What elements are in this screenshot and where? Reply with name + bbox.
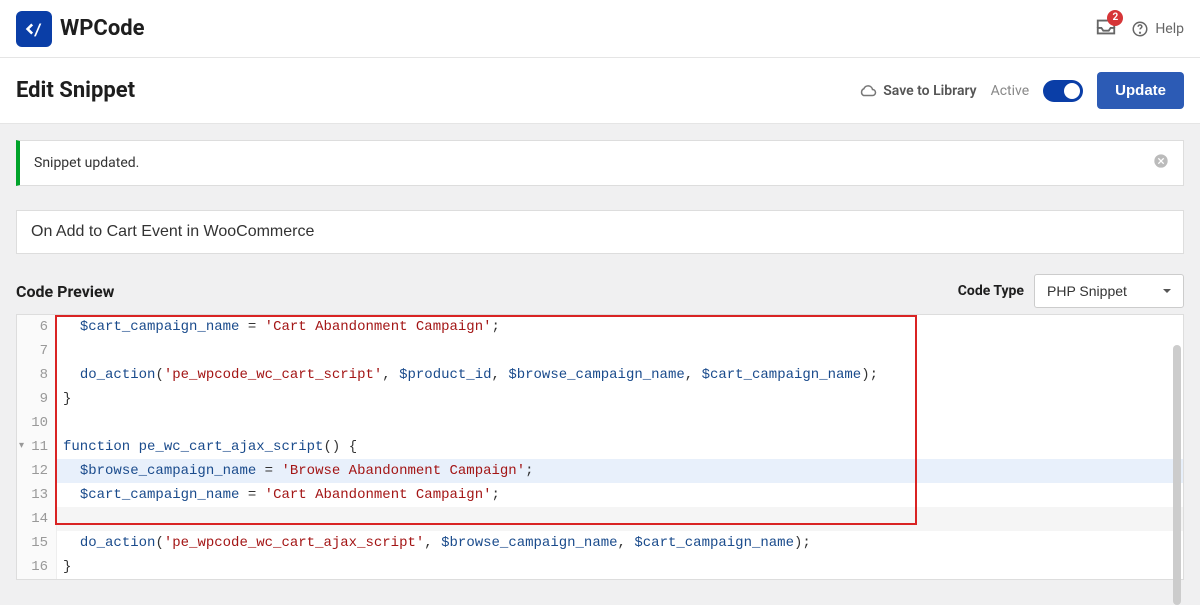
help-link[interactable]: Help <box>1131 20 1184 38</box>
help-circle-icon <box>1131 20 1149 38</box>
code-editor[interactable]: 6 $cart_campaign_name = 'Cart Abandonmen… <box>16 314 1184 580</box>
success-alert: Snippet updated. <box>16 140 1184 186</box>
cloud-icon <box>859 82 877 100</box>
code-content[interactable]: $cart_campaign_name = 'Cart Abandonment … <box>57 483 1183 507</box>
page-title: Edit Snippet <box>16 78 135 103</box>
alert-close-button[interactable] <box>1153 153 1169 173</box>
line-number: 16 <box>17 555 57 579</box>
editor-scrollbar[interactable] <box>1173 345 1181 605</box>
code-preview-label: Code Preview <box>16 282 114 301</box>
notification-count-badge: 2 <box>1107 10 1123 26</box>
code-line[interactable]: 13 $cart_campaign_name = 'Cart Abandonme… <box>17 483 1183 507</box>
line-number: 7 <box>17 339 57 363</box>
line-number: 13 <box>17 483 57 507</box>
line-number: 6 <box>17 315 57 339</box>
brand-name: WPCode <box>60 16 145 41</box>
line-number: 14 <box>17 507 57 531</box>
code-line[interactable]: 7 <box>17 339 1183 363</box>
code-content[interactable]: do_action('pe_wpcode_wc_cart_script', $p… <box>57 363 1183 387</box>
code-line[interactable]: 8 do_action('pe_wpcode_wc_cart_script', … <box>17 363 1183 387</box>
code-line[interactable]: 16} <box>17 555 1183 579</box>
active-status-label: Active <box>991 83 1030 99</box>
code-content[interactable]: do_action('pe_wpcode_wc_cart_ajax_script… <box>57 531 1183 555</box>
code-line[interactable]: 12 $browse_campaign_name = 'Browse Aband… <box>17 459 1183 483</box>
code-content[interactable]: $browse_campaign_name = 'Browse Abandonm… <box>57 459 1183 483</box>
code-content[interactable]: } <box>57 555 1183 579</box>
code-type-label: Code Type <box>958 283 1024 299</box>
code-line[interactable]: 9} <box>17 387 1183 411</box>
brand-logo-mark <box>16 11 52 47</box>
top-bar: WPCode 2 Help <box>0 0 1200 58</box>
code-content[interactable] <box>57 507 1183 531</box>
active-toggle[interactable] <box>1043 80 1083 102</box>
code-line[interactable]: 11▾function pe_wc_cart_ajax_script() { <box>17 435 1183 459</box>
line-number: 15 <box>17 531 57 555</box>
save-to-library-button[interactable]: Save to Library <box>859 82 976 100</box>
code-meta-row: Code Preview Code Type PHP Snippet <box>16 274 1184 308</box>
save-to-library-label: Save to Library <box>883 83 976 99</box>
page-header: Edit Snippet Save to Library Active Upda… <box>0 58 1200 124</box>
snippet-title-input[interactable] <box>16 210 1184 254</box>
code-content[interactable] <box>57 339 1183 363</box>
code-content[interactable] <box>57 411 1183 435</box>
line-number: 12 <box>17 459 57 483</box>
header-actions: Save to Library Active Update <box>859 72 1184 109</box>
code-content[interactable]: $cart_campaign_name = 'Cart Abandonment … <box>57 315 1183 339</box>
alert-message: Snippet updated. <box>34 155 139 171</box>
notifications-button[interactable]: 2 <box>1095 16 1117 42</box>
close-circle-icon <box>1153 153 1169 169</box>
code-content[interactable]: } <box>57 387 1183 411</box>
code-line[interactable]: 10 <box>17 411 1183 435</box>
top-bar-right: 2 Help <box>1095 16 1184 42</box>
brand-logo[interactable]: WPCode <box>16 11 145 47</box>
line-number: 8 <box>17 363 57 387</box>
code-line[interactable]: 14 <box>17 507 1183 531</box>
line-number: 11▾ <box>17 435 57 459</box>
content-area: Snippet updated. Code Preview Code Type … <box>0 124 1200 596</box>
code-type-group: Code Type PHP Snippet <box>958 274 1184 308</box>
code-line[interactable]: 6 $cart_campaign_name = 'Cart Abandonmen… <box>17 315 1183 339</box>
fold-marker-icon[interactable]: ▾ <box>19 435 24 459</box>
code-slash-icon <box>23 18 45 40</box>
line-number: 10 <box>17 411 57 435</box>
code-type-select[interactable]: PHP Snippet <box>1034 274 1184 308</box>
line-number: 9 <box>17 387 57 411</box>
update-button[interactable]: Update <box>1097 72 1184 109</box>
code-line[interactable]: 15 do_action('pe_wpcode_wc_cart_ajax_scr… <box>17 531 1183 555</box>
code-content[interactable]: function pe_wc_cart_ajax_script() { <box>57 435 1183 459</box>
help-label: Help <box>1155 21 1184 37</box>
